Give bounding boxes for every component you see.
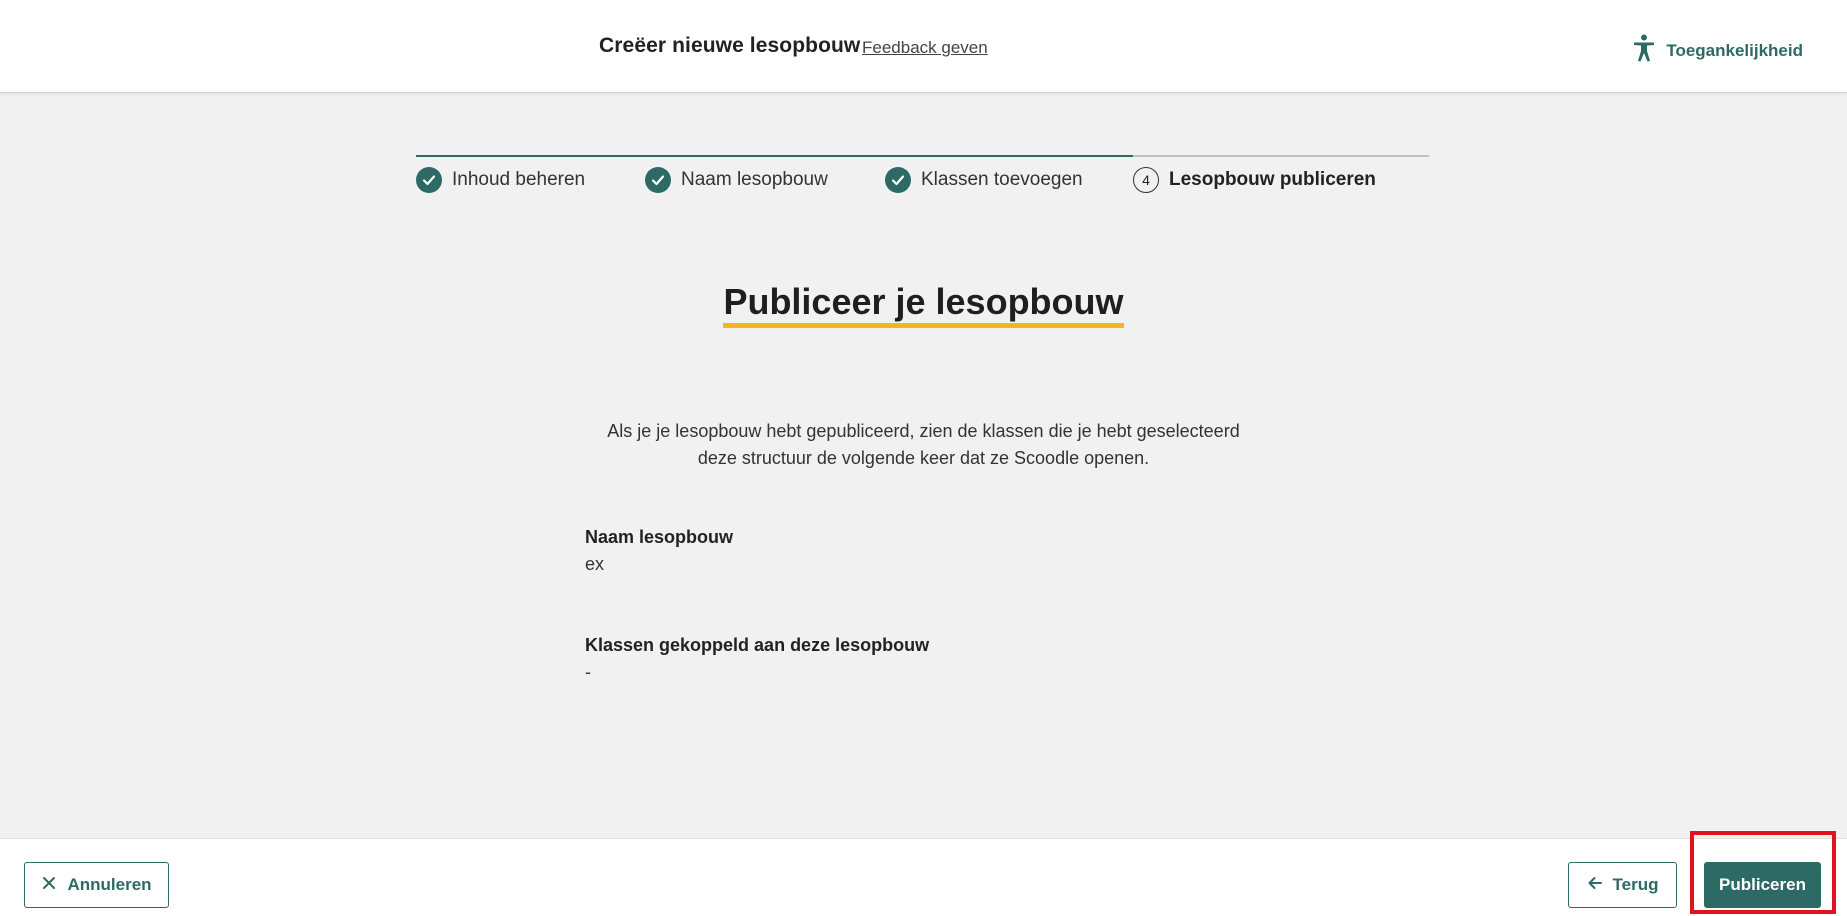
step-label: Inhoud beheren (452, 169, 586, 190)
section-heading-wrapper: Publiceer je lesopbouw (0, 283, 1847, 328)
footer-action-bar: Annuleren Terug Publiceren (0, 838, 1847, 916)
accessibility-person-icon (1632, 34, 1656, 67)
section-heading: Publiceer je lesopbouw (723, 283, 1124, 328)
intro-line-2: deze structuur de volgende keer dat ze S… (697, 448, 1150, 468)
arrow-left-icon (1587, 875, 1603, 896)
intro-line-1: Als je je lesopbouw hebt gepubliceerd, z… (607, 421, 1240, 441)
step-naam-lesopbouw[interactable]: Naam lesopbouw (645, 167, 828, 193)
step-label: Naam lesopbouw (681, 169, 828, 190)
name-field-value: ex (585, 554, 605, 574)
publish-button-label: Publiceren (1719, 875, 1806, 894)
accessibility-label: Toegankelijkheid (1666, 40, 1803, 60)
check-circle-icon (645, 167, 671, 193)
accessibility-button[interactable]: Toegankelijkheid (1632, 34, 1803, 67)
intro-text: Als je je lesopbouw hebt gepubliceerd, z… (560, 418, 1287, 472)
step-label: Klassen toevoegen (921, 169, 1083, 190)
close-icon (41, 875, 57, 896)
publish-button[interactable]: Publiceren (1704, 862, 1821, 908)
classes-field-value: - (585, 662, 591, 682)
step-lesopbouw-publiceren: 4 Lesopbouw publiceren (1133, 167, 1376, 193)
cancel-button-label: Annuleren (67, 875, 152, 894)
classes-field-label: Klassen gekoppeld aan deze lesopbouw (585, 635, 930, 655)
stepper-progress-line (416, 155, 1133, 157)
step-number-badge: 4 (1133, 167, 1159, 193)
feedback-link[interactable]: Feedback geven (862, 38, 988, 58)
back-button-label: Terug (1612, 875, 1659, 894)
stepper-remaining-line (1133, 155, 1429, 157)
name-field-label: Naam lesopbouw (585, 527, 734, 547)
page-title: Creëer nieuwe lesopbouw (599, 34, 861, 57)
progress-stepper: Inhoud beheren Naam lesopbouw Klassen to… (416, 155, 1429, 195)
step-label: Lesopbouw publiceren (1169, 169, 1376, 190)
back-button[interactable]: Terug (1568, 862, 1677, 908)
step-inhoud-beheren[interactable]: Inhoud beheren (416, 167, 585, 193)
check-circle-icon (416, 167, 442, 193)
step-klassen-toevoegen[interactable]: Klassen toevoegen (885, 167, 1083, 193)
top-header: Creëer nieuwe lesopbouw Feedback geven T… (0, 0, 1847, 93)
cancel-button[interactable]: Annuleren (24, 862, 169, 908)
check-circle-icon (885, 167, 911, 193)
